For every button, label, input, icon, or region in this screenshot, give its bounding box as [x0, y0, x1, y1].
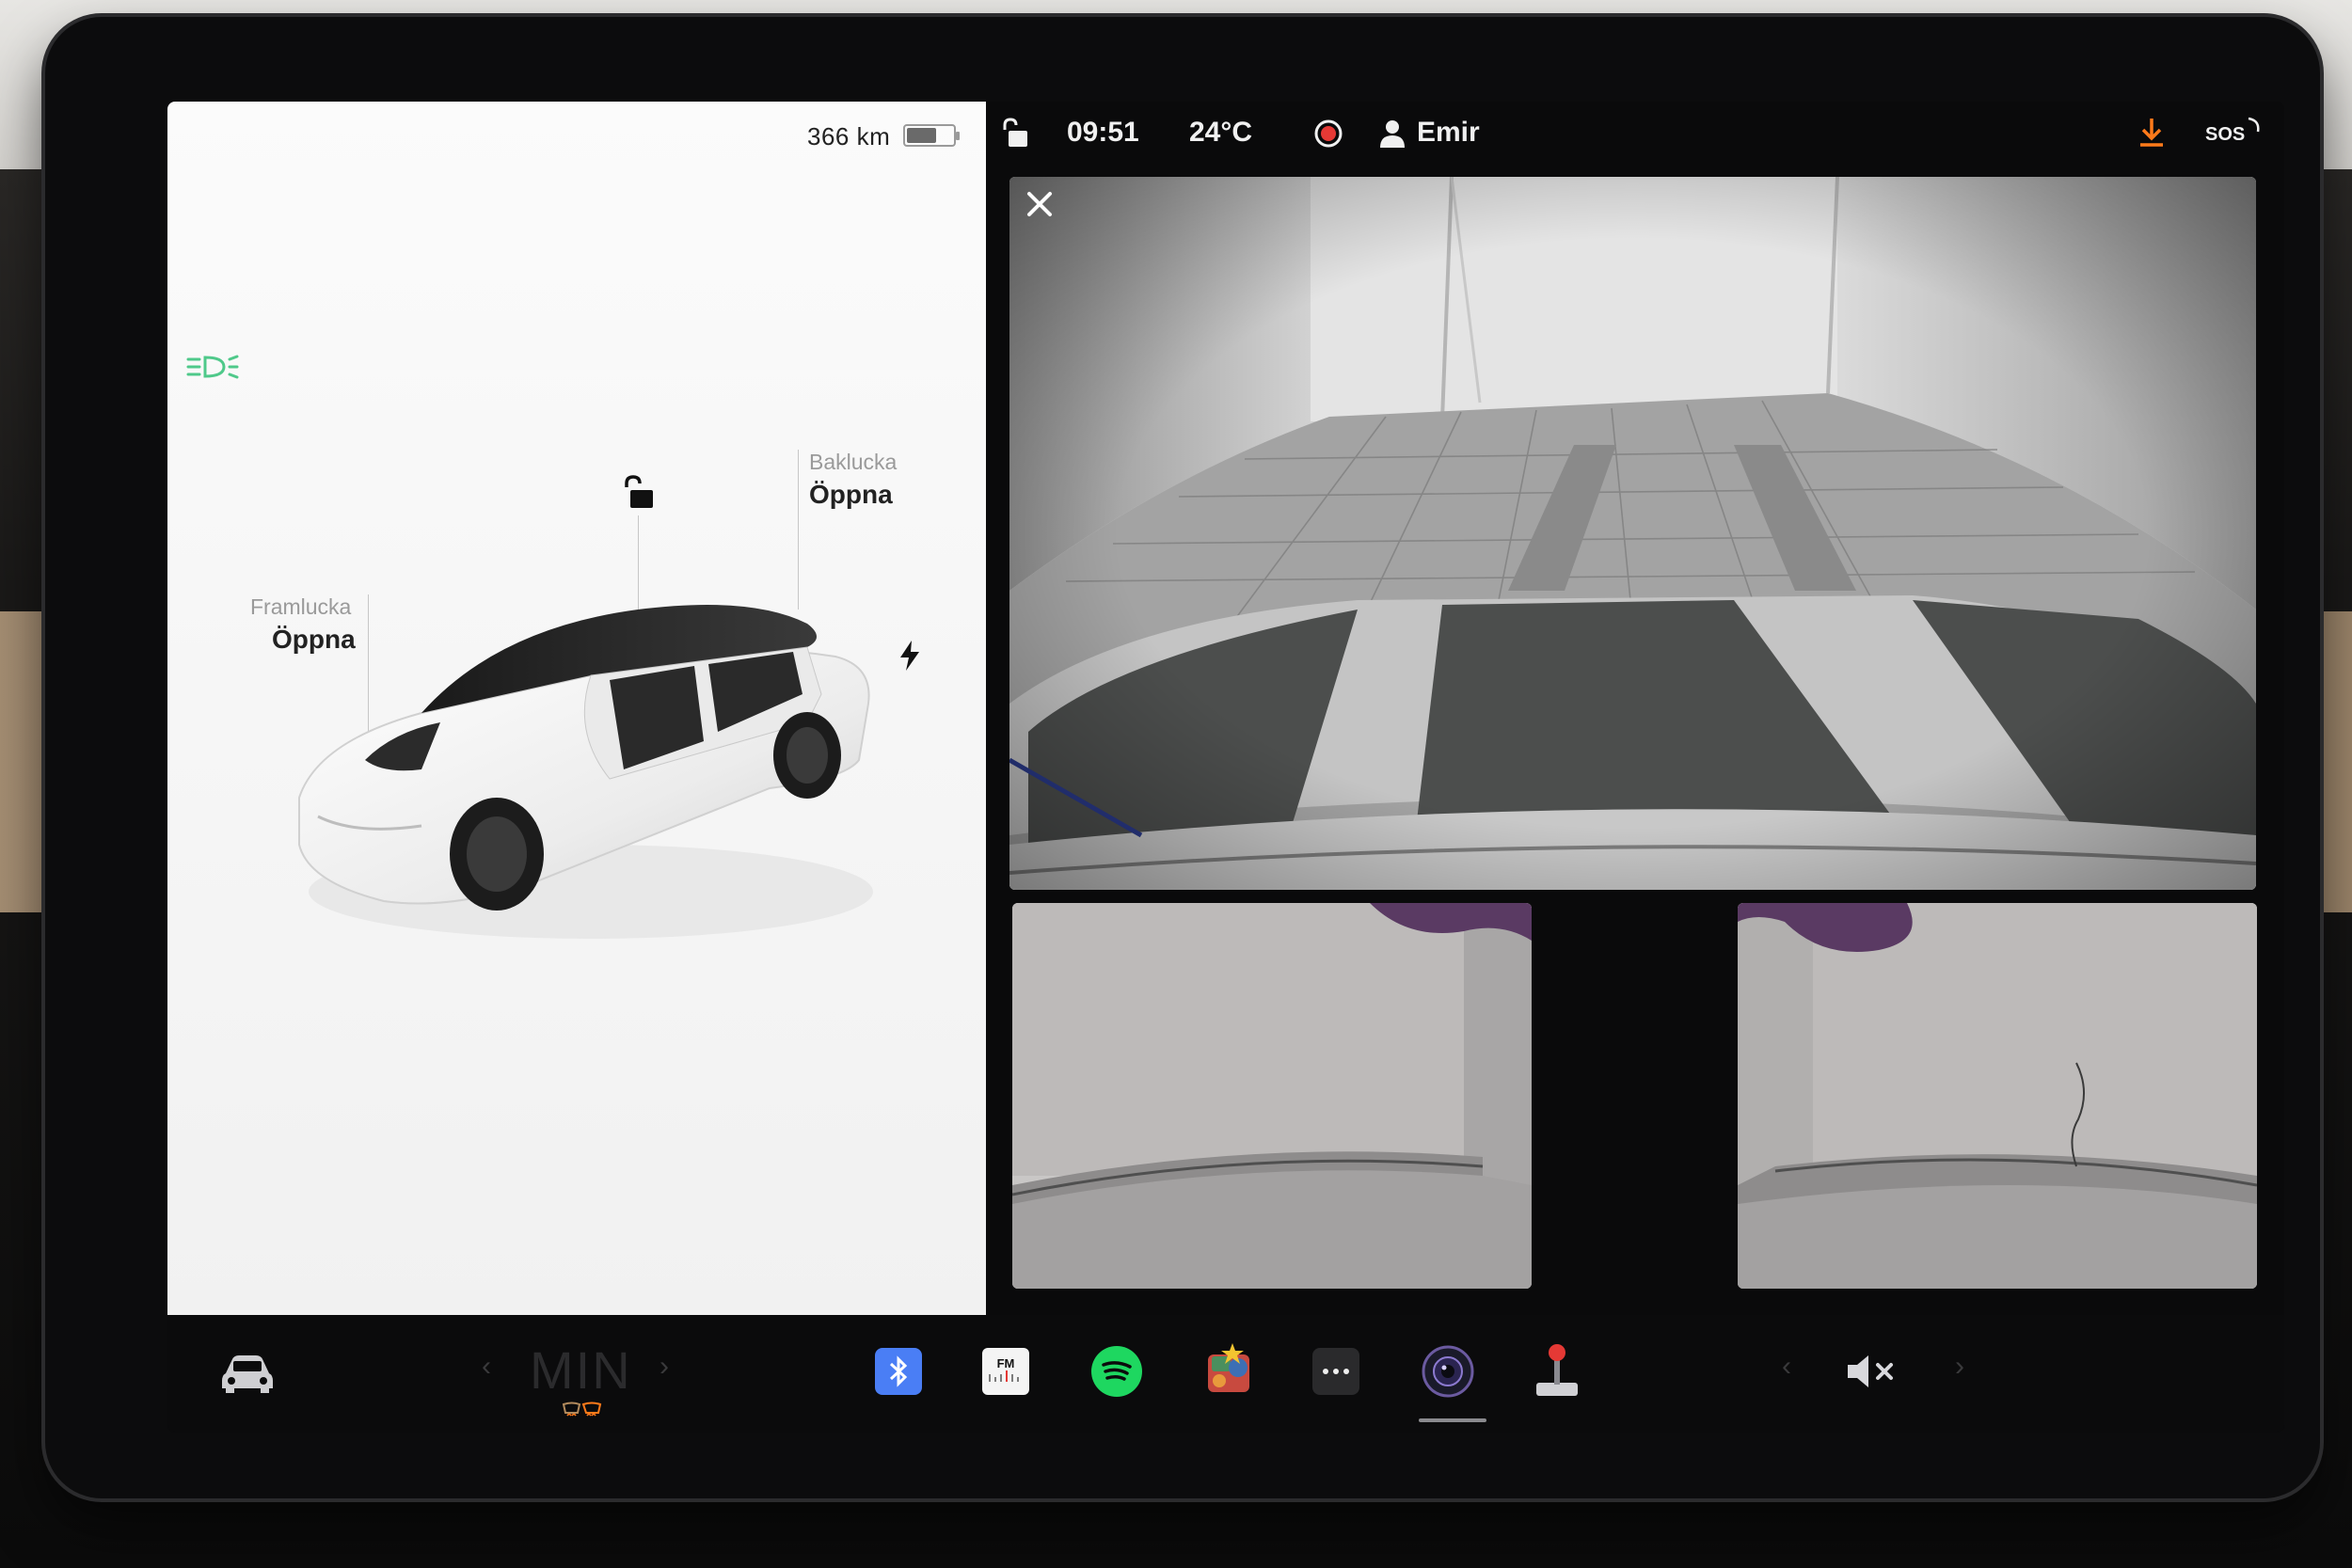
rear-camera-feed: [1009, 177, 2256, 890]
volume-muted-icon[interactable]: [1846, 1353, 1900, 1390]
user-profile-icon[interactable]: [1379, 119, 1406, 149]
volume-increase-chevron[interactable]: ›: [1955, 1351, 1964, 1383]
fm-dial-icon: [989, 1370, 1019, 1382]
outside-temperature: 24°C: [1189, 117, 1253, 148]
right-repeater-feed: [1738, 903, 2257, 1289]
spotify-app-icon[interactable]: [1091, 1346, 1142, 1397]
status-bar: 09:51 24°C Emir SOS: [986, 102, 2284, 167]
range-readout: 366 km: [807, 122, 891, 150]
dashcam-record-icon[interactable]: [1313, 119, 1343, 149]
more-apps-icon[interactable]: [1312, 1348, 1359, 1395]
climate-temperature[interactable]: MIN: [530, 1339, 632, 1401]
left-repeater-feed: [1012, 903, 1532, 1289]
headlight-icon[interactable]: [186, 354, 239, 380]
joystick-arcade-icon[interactable]: [1534, 1341, 1581, 1400]
sos-button[interactable]: SOS: [2205, 124, 2245, 146]
unlock-icon[interactable]: [1001, 117, 1029, 149]
rear-trunk-label: Baklucka: [809, 450, 898, 474]
bluetooth-app-icon[interactable]: [875, 1348, 922, 1395]
user-name[interactable]: Emir: [1417, 117, 1480, 149]
clock: 09:51: [1067, 117, 1139, 148]
rear-camera-view[interactable]: [1009, 177, 2256, 890]
seat-heater-icons[interactable]: [561, 1402, 604, 1418]
fm-radio-app-icon[interactable]: FM: [982, 1348, 1029, 1395]
climate-increase-chevron[interactable]: ›: [660, 1351, 669, 1383]
battery-icon: [903, 124, 960, 147]
climate-decrease-chevron[interactable]: ‹: [482, 1351, 491, 1383]
camera-app-icon[interactable]: [1421, 1344, 1475, 1399]
close-camera-icon[interactable]: [1024, 188, 1056, 220]
display-bezel: 366 km Baklucka Öppna Framlucka Öppna 09…: [45, 17, 2320, 1498]
charge-port-icon[interactable]: [898, 640, 922, 672]
fm-label: FM: [996, 1355, 1015, 1370]
software-update-icon[interactable]: [2137, 117, 2166, 149]
right-repeater-camera-view[interactable]: [1738, 903, 2257, 1289]
car-controls-icon[interactable]: [220, 1353, 275, 1394]
active-app-indicator: [1419, 1418, 1486, 1422]
car-status-panel: 366 km Baklucka Öppna Framlucka Öppna: [167, 102, 986, 1315]
car-lock-icon[interactable]: [619, 474, 657, 512]
rear-trunk-open-button[interactable]: Öppna: [809, 480, 893, 510]
sos-signal-icon: [2248, 117, 2260, 133]
car-illustration: [298, 605, 873, 939]
touchscreen: 366 km Baklucka Öppna Framlucka Öppna 09…: [167, 102, 2284, 1433]
volume-decrease-chevron[interactable]: ‹: [1782, 1351, 1791, 1383]
toybox-app-icon[interactable]: [1204, 1341, 1257, 1398]
left-repeater-camera-view[interactable]: [1012, 903, 1532, 1289]
